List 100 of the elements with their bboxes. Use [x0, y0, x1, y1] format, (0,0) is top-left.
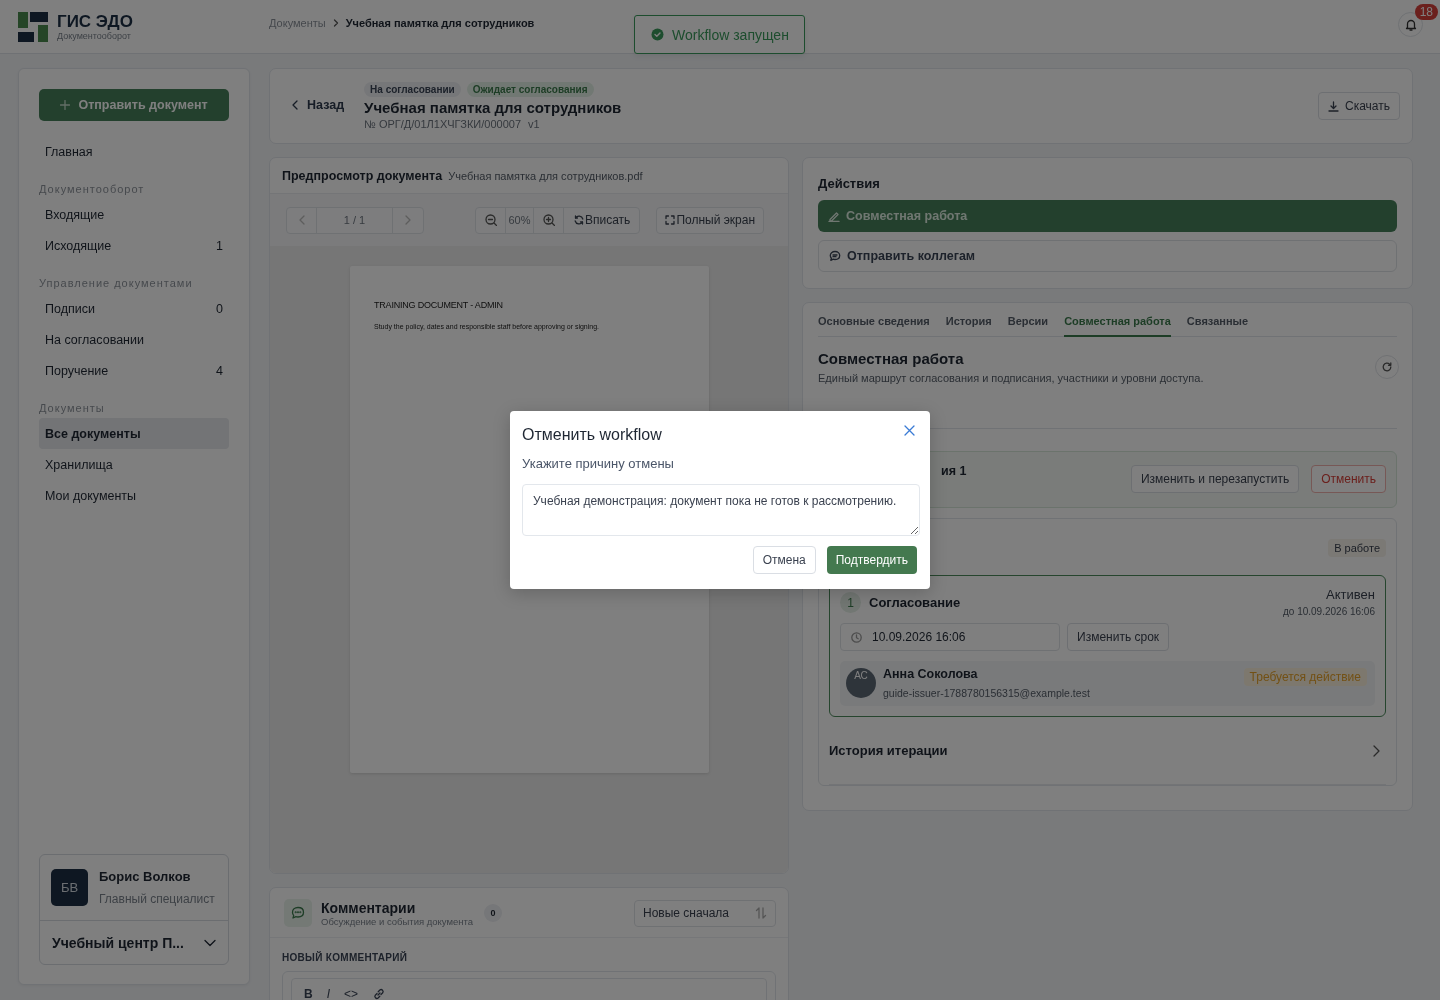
- participant-name: Анна Соколова: [883, 667, 979, 681]
- logo-icon: [18, 11, 48, 42]
- link-icon[interactable]: [372, 987, 387, 1000]
- status-badge: Требуется действие: [1243, 668, 1367, 686]
- send-document-button[interactable]: Отправить документ: [39, 89, 229, 121]
- bell-icon: [1404, 18, 1417, 31]
- iteration-history-row[interactable]: История итерации: [829, 717, 1386, 785]
- user-role: Главный специалист: [99, 892, 215, 906]
- chevron-icon: [332, 18, 339, 27]
- sidebar-item[interactable]: Поручение 4: [39, 355, 229, 386]
- item-count: 4: [216, 363, 223, 378]
- status-badge: Ожидает согласования: [466, 82, 594, 97]
- iteration-title: ия 1: [941, 464, 967, 478]
- user-avatar: БВ: [51, 869, 88, 906]
- organization-select[interactable]: Учебный центр П...: [40, 921, 228, 964]
- item-count: 0: [216, 301, 223, 316]
- page-heading: TRAINING DOCUMENT - ADMIN: [374, 300, 504, 310]
- action-button[interactable]: Отправить коллегам: [818, 240, 1397, 272]
- reason-field[interactable]: Учебная демонстрация: документ пока не готов к рассмотрению.: [522, 484, 920, 536]
- fit-button[interactable]: Вписать: [564, 207, 640, 233]
- sidebar-item[interactable]: Мои документы: [39, 480, 229, 511]
- comment-count: 0: [484, 904, 503, 922]
- close-button[interactable]: [902, 423, 916, 437]
- comment-editor[interactable]: B I <>: [282, 971, 776, 1000]
- breadcrumb-link[interactable]: Документы: [269, 16, 326, 29]
- chevron-right-icon: [1373, 744, 1380, 757]
- chevron-left-icon: [292, 100, 298, 110]
- participant-email: guide-issuer-1788780156315@example.test: [883, 687, 1090, 699]
- app-subtitle: Документооборот: [57, 30, 132, 41]
- tab[interactable]: Версии: [1007, 315, 1049, 337]
- chat-bubble-icon: [291, 906, 305, 920]
- zoom-in-icon: [542, 214, 555, 226]
- participant-avatar: АС: [846, 668, 876, 698]
- status-badge: На согласовании: [364, 82, 461, 97]
- confirm-button[interactable]: Подтвердить: [826, 546, 917, 574]
- item-count: 1: [216, 238, 223, 253]
- step-number: 1: [840, 592, 861, 613]
- refresh-icon: [1382, 362, 1392, 372]
- sidebar-item[interactable]: Исходящие 1: [39, 230, 229, 261]
- panel-subtitle: Обсуждение и события документа: [321, 915, 474, 927]
- change-deadline-button[interactable]: Изменить срок: [1067, 623, 1170, 651]
- due-date: до 10.09.2026 16:06: [1282, 606, 1375, 617]
- chevron-right-icon: [405, 215, 411, 225]
- deadline-field[interactable]: 10.09.2026 16:06: [840, 623, 1060, 651]
- zoom-out-icon: [484, 214, 497, 226]
- section-heading: Управление документами: [39, 277, 194, 289]
- panel-title: Предпросмотр документа: [282, 168, 443, 183]
- field-label: Укажите причину отмены: [522, 456, 675, 471]
- stage-name: Согласование: [869, 595, 961, 610]
- check-circle-icon: [651, 28, 664, 41]
- cancel-button[interactable]: Отменить: [1311, 465, 1386, 493]
- clock-icon: [851, 631, 862, 643]
- zoom-level: 60%: [506, 207, 534, 233]
- sidebar-item[interactable]: На согласовании: [39, 324, 229, 355]
- app-title: ГИС ЭДО: [57, 12, 133, 31]
- tab[interactable]: Связанные: [1186, 315, 1249, 337]
- tab[interactable]: История: [945, 315, 992, 337]
- refresh-button[interactable]: [1375, 355, 1399, 379]
- user-name: Борис Волков: [99, 869, 192, 884]
- back-link[interactable]: Назад: [292, 98, 345, 112]
- chevron-down-icon: [204, 939, 216, 947]
- sidebar-item[interactable]: Подписи 0: [39, 293, 229, 324]
- tab[interactable]: Основные сведения: [818, 315, 930, 337]
- dialog-title: Отменить workflow: [522, 426, 662, 444]
- fullscreen-button[interactable]: Полный экран: [656, 206, 765, 234]
- sidebar-item[interactable]: Хранилища: [39, 449, 229, 480]
- cancel-button[interactable]: Отмена: [752, 546, 816, 574]
- page-indicator: 1 / 1: [317, 207, 393, 233]
- format-button[interactable]: <>: [344, 987, 359, 1000]
- sort-select[interactable]: Новые сначала: [634, 899, 776, 927]
- section-heading: Документооборот: [39, 183, 146, 195]
- panel-title: Действия: [818, 176, 881, 191]
- restart-button[interactable]: Изменить и перезапустить: [1130, 465, 1300, 493]
- section-subtitle: Единый маршрут согласования и подписания, участники и уровни доступа.: [818, 372, 1204, 384]
- file-name: Учебная памятка для сотрудников.pdf: [448, 169, 643, 182]
- pen-icon: [828, 210, 840, 222]
- section-label: НОВЫЙ КОММЕНТАРИЙ: [282, 952, 409, 963]
- notification-count: 18: [1414, 4, 1438, 20]
- sidebar-item[interactable]: Главная: [39, 136, 229, 167]
- format-button[interactable]: I: [326, 987, 330, 1000]
- chevron-left-icon: [298, 215, 305, 225]
- panel-title: Комментарии: [321, 899, 417, 916]
- format-button[interactable]: B: [304, 987, 313, 1000]
- download-icon: [1328, 100, 1339, 112]
- section-heading: Документы: [39, 402, 106, 414]
- fullscreen-icon: [665, 215, 676, 225]
- sidebar-item[interactable]: Все документы: [39, 418, 229, 449]
- download-button[interactable]: Скачать: [1318, 92, 1400, 120]
- version-label: v1: [528, 118, 540, 130]
- stage-status: Активен: [1325, 587, 1375, 602]
- organization-name: Учебный центр П...: [52, 935, 184, 951]
- action-button[interactable]: Совместная работа: [818, 200, 1397, 232]
- sidebar-item[interactable]: Входящие: [39, 199, 229, 230]
- document-title: Учебная памятка для сотрудников: [364, 99, 623, 116]
- close-icon: [903, 424, 915, 436]
- tab[interactable]: Совместная работа: [1064, 315, 1171, 337]
- chat-bubble-icon: [829, 250, 841, 262]
- status-badge: В работе: [1328, 539, 1386, 557]
- refresh-icon: [574, 215, 584, 225]
- plus-icon: [60, 100, 71, 110]
